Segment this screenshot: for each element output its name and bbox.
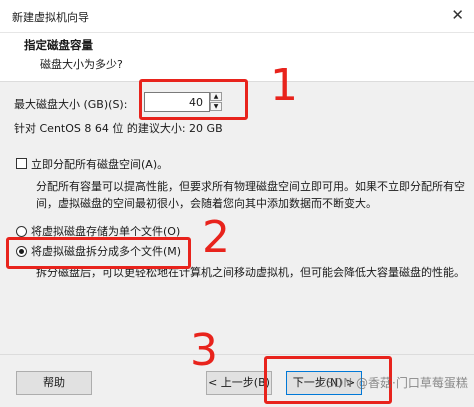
wizard-body: 最大磁盘大小 (GB)(S): 40 ▲ ▼ 针对 CentOS 8 64 位 … [0,82,474,354]
annotation-number-1: 1 [270,60,298,111]
page-subtitle: 磁盘大小为多少? [40,58,123,71]
page-title: 指定磁盘容量 [24,38,93,52]
allocate-checkbox[interactable] [16,158,27,169]
annotation-number-3: 3 [190,325,218,376]
annotation-number-2: 2 [202,212,230,263]
window-title: 新建虚拟机向导 [12,11,89,24]
recommended-size-text: 针对 CentOS 8 64 位 的建议大小: 20 GB [14,122,223,135]
disk-size-label: 最大磁盘大小 (GB)(S): [14,98,128,111]
allocate-description: 分配所有容量可以提高性能，但要求所有物理磁盘空间立即可用。如果不立即分配所有空间… [36,180,465,210]
close-icon[interactable]: ✕ [451,6,464,24]
help-button[interactable]: 帮助 [16,371,92,395]
annotation-box-1 [139,79,248,120]
allocate-checkbox-label[interactable]: 立即分配所有磁盘空间(A)。 [31,156,168,172]
title-bar: 新建虚拟机向导 ✕ [0,0,474,33]
annotation-box-2 [6,237,191,269]
watermark: CSDN @香菇·门口草莓蛋糕 [318,376,468,390]
wizard-header: 指定磁盘容量 磁盘大小为多少? [0,33,474,82]
single-file-radio[interactable] [16,226,27,237]
